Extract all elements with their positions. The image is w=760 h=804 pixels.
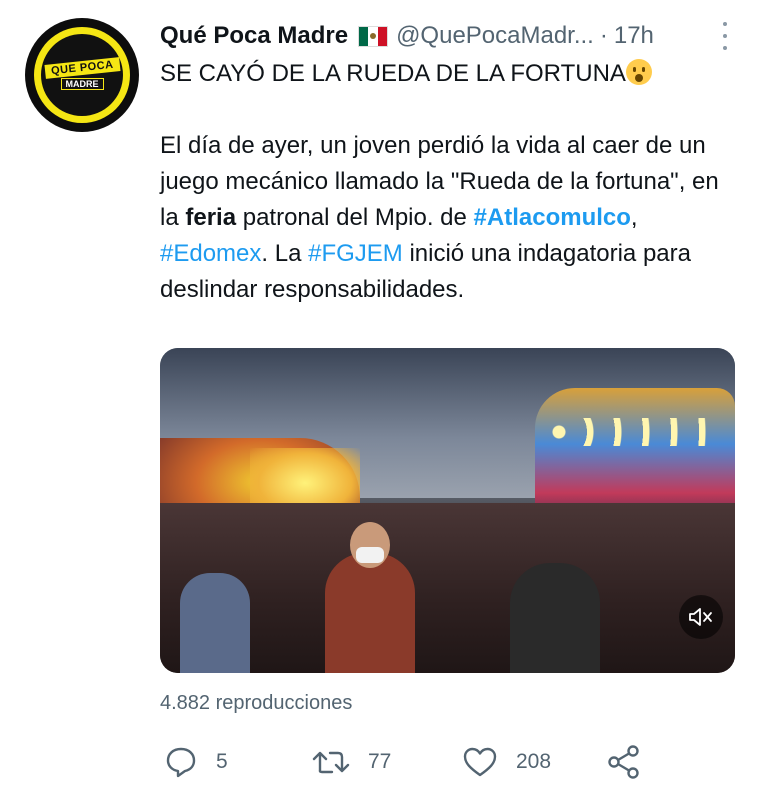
video-player[interactable] (160, 348, 735, 673)
mute-button[interactable] (679, 595, 723, 639)
view-count: 4.882 reproducciones (160, 692, 353, 714)
retweet-icon (312, 751, 350, 774)
avatar[interactable]: QUE POCA MADRE (25, 18, 139, 132)
tweet-text: SE CAYÓ DE LA RUEDA DE LA FORTUNA El día… (160, 56, 735, 308)
hashtag-fgjem[interactable]: #FGJEM (308, 240, 403, 267)
logo-text-top: QUE POCA (44, 56, 120, 79)
heart-icon (463, 747, 497, 777)
video-frame-person (325, 553, 415, 673)
author-handle[interactable]: @QuePocaMadr... (396, 22, 594, 50)
hashtag-atlacomulco[interactable]: #Atlacomulco (474, 204, 631, 231)
avatar-logo-ring: QUE POCA MADRE (34, 27, 130, 123)
separator-dot: · (599, 22, 608, 49)
logo-text-bottom: MADRE (60, 77, 104, 90)
author-display-name[interactable]: Qué Poca Madre (160, 22, 348, 50)
mexico-flag-icon (358, 25, 389, 47)
astonished-face-icon (625, 59, 652, 85)
tweet-header: Qué Poca Madre @QuePocaMadr... · 17h (160, 20, 730, 52)
tweet-headline: SE CAYÓ DE LA RUEDA DE LA FORTUNA (160, 56, 735, 92)
bold-word: feria (185, 204, 237, 231)
like-count: 208 (516, 750, 552, 773)
like-button[interactable]: 208 (462, 740, 551, 784)
speaker-muted-icon (689, 608, 712, 626)
more-options-icon[interactable] (720, 22, 730, 50)
tweet-body: El día de ayer, un joven perdió la vida … (160, 132, 719, 303)
video-frame-lights-right (545, 418, 715, 446)
share-icon (608, 745, 639, 779)
hashtag-edomex[interactable]: #Edomex (160, 240, 261, 267)
video-frame-face-mask (356, 547, 384, 563)
retweet-count: 77 (368, 750, 392, 773)
video-frame-person (510, 563, 600, 673)
share-button[interactable] (606, 740, 642, 784)
video-frame-person (180, 573, 250, 673)
tweet-actions: 5 77 208 (160, 740, 720, 784)
avatar-logo: QUE POCA MADRE (41, 34, 123, 116)
tweet-timestamp[interactable]: 17h (614, 22, 654, 50)
reply-count: 5 (216, 750, 228, 773)
retweet-button[interactable]: 77 (312, 740, 391, 784)
reply-icon (166, 747, 196, 778)
reply-button[interactable]: 5 (164, 740, 228, 784)
